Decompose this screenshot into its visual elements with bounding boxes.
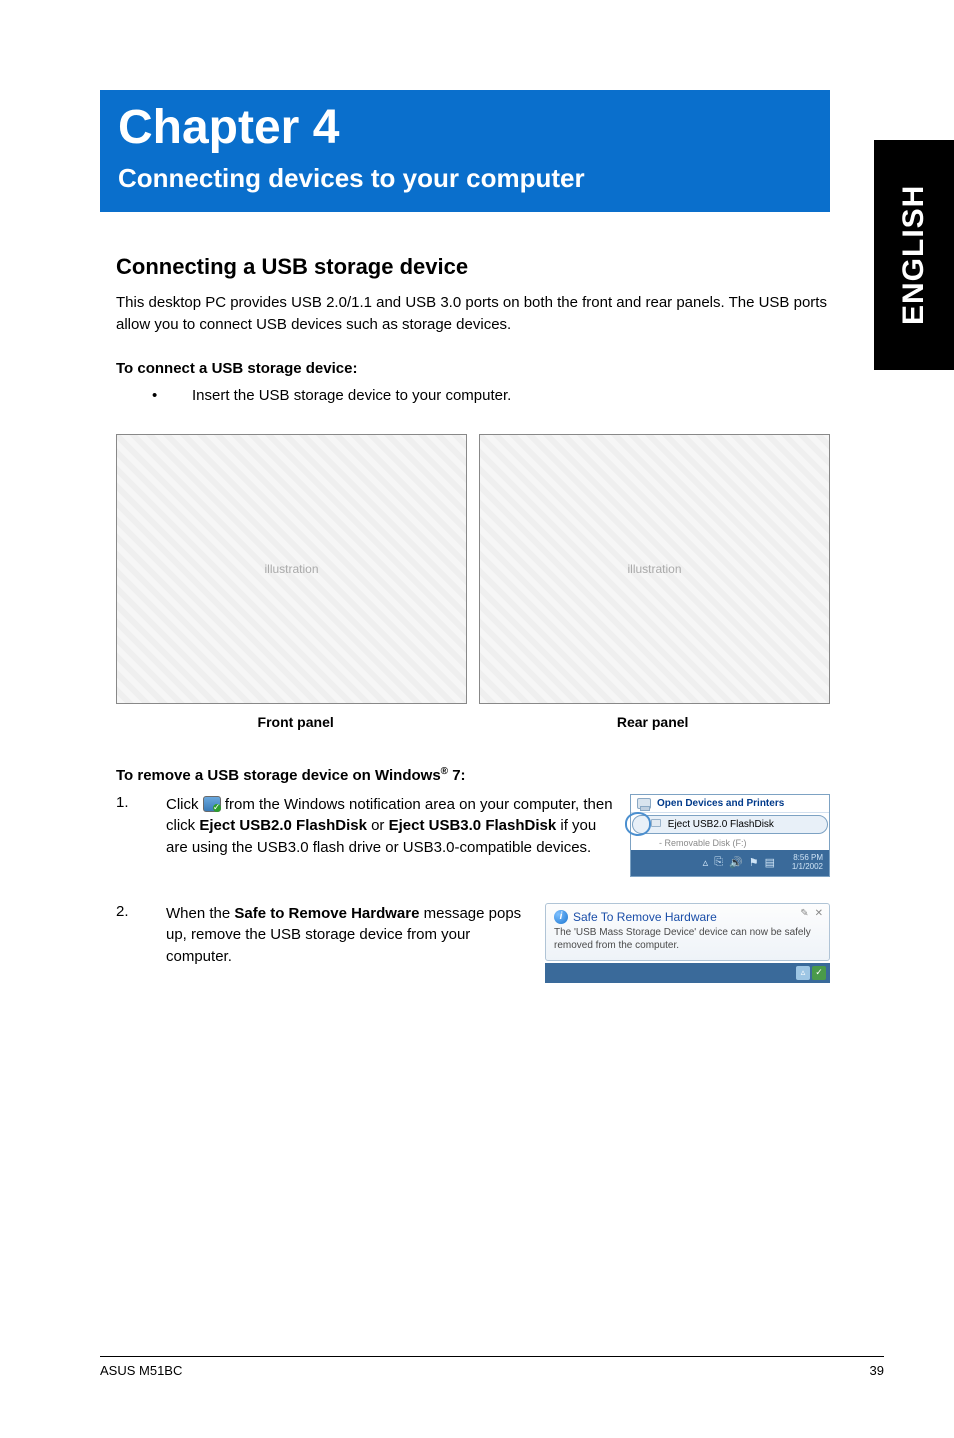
info-icon: i <box>554 910 568 924</box>
chapter-subtitle: Connecting devices to your computer <box>118 163 812 194</box>
taskbar: ▵ ⎘ 🔊 ⚑ ▤ 8:56 PM 1/1/2002 <box>631 850 829 876</box>
step2-bold: Safe to Remove Hardware <box>234 905 419 922</box>
section-intro: This desktop PC provides USB 2.0/1.1 and… <box>116 292 830 336</box>
bullet-marker: • <box>152 387 192 404</box>
eject-flashdisk-row[interactable]: Eject USB2.0 FlashDisk <box>632 815 828 834</box>
tray-network-icon[interactable]: ▤ <box>765 856 775 869</box>
step-1: 1. Click from the Windows notification a… <box>116 794 830 877</box>
step2-pre: When the <box>166 905 234 922</box>
connect-heading: To connect a USB storage device: <box>116 360 830 377</box>
remove-heading-pre: To remove a USB storage device on Window… <box>116 767 441 784</box>
devices-printers-icon <box>637 798 651 809</box>
content-area: Connecting a USB storage device This des… <box>100 212 830 983</box>
section-heading: Connecting a USB storage device <box>116 254 830 280</box>
figure-front-panel: illustration <box>116 434 467 704</box>
step-1-text: Click from the Windows notification area… <box>166 794 630 859</box>
figure-rear-panel: illustration <box>479 434 830 704</box>
clock-date: 1/1/2002 <box>785 863 823 872</box>
open-devices-row[interactable]: Open Devices and Printers <box>631 795 829 813</box>
remove-heading: To remove a USB storage device on Window… <box>116 766 830 784</box>
step-2: 2. When the Safe to Remove Hardware mess… <box>116 903 830 983</box>
flashdisk-icon <box>651 819 661 827</box>
taskbar-clock[interactable]: 8:56 PM 1/1/2002 <box>781 854 827 872</box>
rear-panel-label: Rear panel <box>617 714 689 730</box>
footer-page-number: 39 <box>870 1363 884 1378</box>
balloon-controls: ✎ ✕ <box>800 908 823 919</box>
step-2-text: When the Safe to Remove Hardware message… <box>166 903 545 968</box>
eject-popup: Open Devices and Printers Eject USB2.0 F… <box>630 794 830 877</box>
bullet-item: • Insert the USB storage device to your … <box>152 387 830 404</box>
removable-disk-row[interactable]: - Removable Disk (F:) <box>631 836 829 850</box>
registered-mark: ® <box>441 766 448 777</box>
balloon-title-text: Safe To Remove Hardware <box>573 910 717 924</box>
step1-or: or <box>367 817 389 834</box>
step-1-screenshot: Open Devices and Printers Eject USB2.0 F… <box>630 794 830 877</box>
page-footer: ASUS M51BC 39 <box>100 1356 884 1378</box>
safely-remove-tray-icon <box>203 796 221 812</box>
tray-usb-mini-icon[interactable]: ✓ <box>812 966 826 980</box>
step1-pre: Click <box>166 796 203 813</box>
balloon-title-row: i Safe To Remove Hardware <box>554 910 821 924</box>
step-2-number: 2. <box>116 903 166 920</box>
balloon-body: ✎ ✕ i Safe To Remove Hardware The 'USB M… <box>545 903 830 961</box>
eject-flashdisk-label: Eject USB2.0 FlashDisk <box>668 819 774 830</box>
chapter-title: Chapter 4 <box>118 100 812 155</box>
step1-bold2: Eject USB3.0 FlashDisk <box>389 817 557 834</box>
figure-row: illustration illustration <box>116 434 830 704</box>
tray-up-icon[interactable]: ▵ <box>703 856 709 869</box>
step-2-screenshot: ✎ ✕ i Safe To Remove Hardware The 'USB M… <box>545 903 830 983</box>
open-devices-label: Open Devices and Printers <box>657 798 784 809</box>
figure-labels: Front panel Rear panel <box>116 714 830 730</box>
tray-flag-icon[interactable]: ⚑ <box>749 856 759 869</box>
step-1-number: 1. <box>116 794 166 811</box>
balloon-close-icon[interactable]: ✕ <box>815 908 823 919</box>
step1-bold1: Eject USB2.0 FlashDisk <box>199 817 367 834</box>
balloon-tray: ▵ ✓ <box>545 963 830 983</box>
remove-heading-post: 7: <box>448 767 466 784</box>
balloon-wrench-icon[interactable]: ✎ <box>800 908 808 919</box>
balloon-tooltip: ✎ ✕ i Safe To Remove Hardware The 'USB M… <box>545 903 830 983</box>
page: Chapter 4 Connecting devices to your com… <box>0 0 954 1438</box>
chapter-banner: Chapter 4 Connecting devices to your com… <box>100 90 830 212</box>
tray-usb-icon[interactable]: ⎘ <box>714 856 723 869</box>
balloon-message: The 'USB Mass Storage Device' device can… <box>554 926 821 952</box>
tray-volume-icon[interactable]: 🔊 <box>729 856 743 869</box>
front-panel-label: Front panel <box>258 714 334 730</box>
footer-model: ASUS M51BC <box>100 1363 182 1378</box>
tray-up-mini-icon[interactable]: ▵ <box>796 966 810 980</box>
bullet-text: Insert the USB storage device to your co… <box>192 387 511 404</box>
